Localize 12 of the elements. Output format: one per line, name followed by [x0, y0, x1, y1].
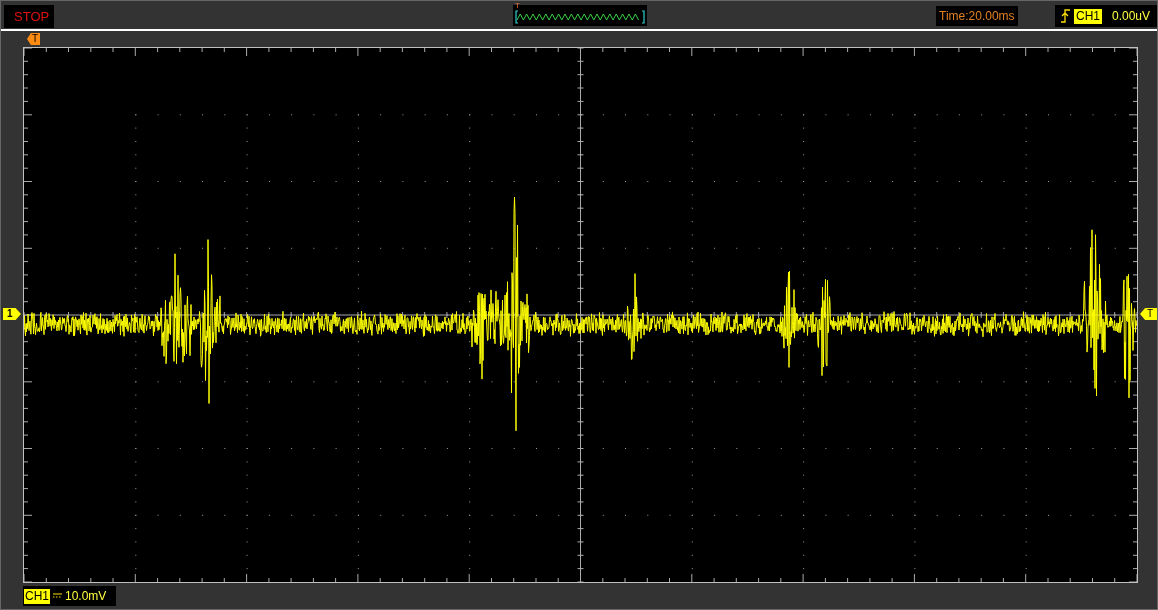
channel-label: CH1	[24, 588, 50, 604]
run-status[interactable]: STOP	[4, 5, 54, 28]
dc-coupling-icon	[53, 593, 62, 599]
channel-scale: 10.0mV	[65, 588, 107, 604]
trigger-marker: T	[515, 2, 520, 10]
trigger-level: 0.00uV	[1112, 8, 1151, 24]
rising-edge-icon	[1061, 9, 1070, 23]
trigger-level-marker[interactable]: T	[1140, 308, 1157, 320]
trigger-channel: CH1	[1074, 8, 1102, 24]
timebase-readout: Time:20.00ms	[936, 6, 1018, 26]
trigger-position-marker[interactable]: T	[27, 33, 40, 45]
channel-marker[interactable]: 1	[3, 308, 21, 320]
